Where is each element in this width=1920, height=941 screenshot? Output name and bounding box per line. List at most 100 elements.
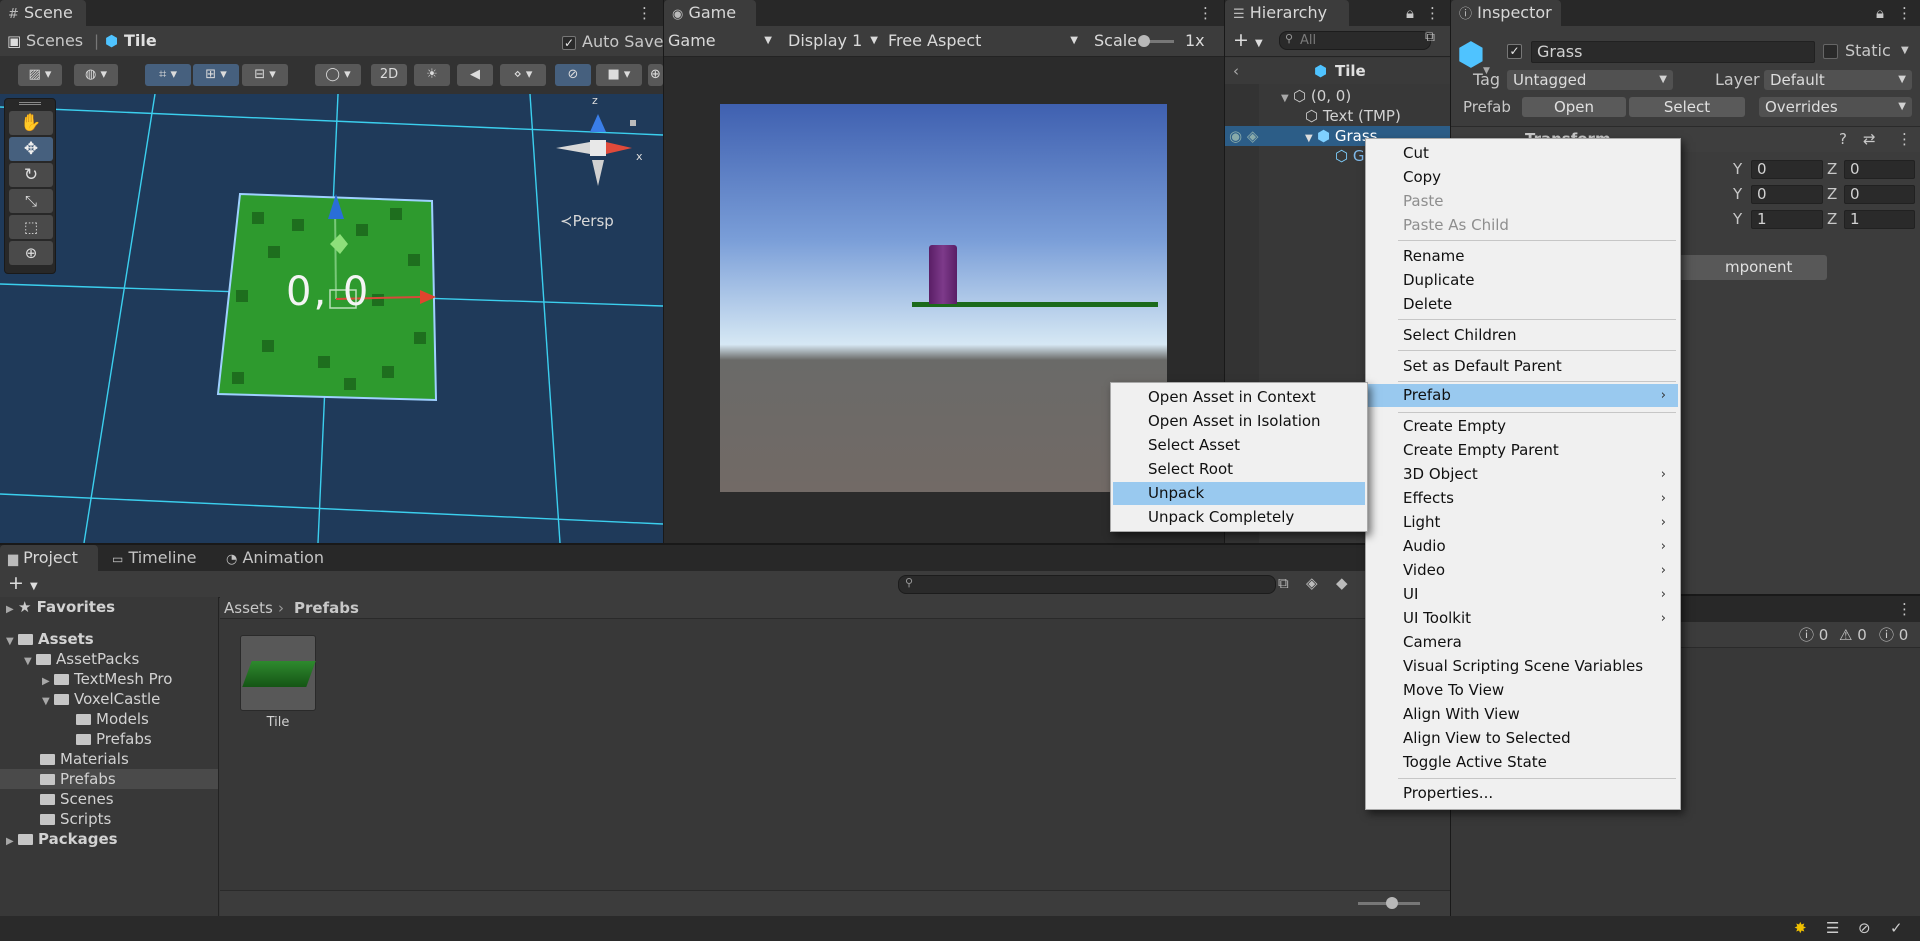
- create-asset-button[interactable]: + ▼: [8, 572, 38, 594]
- console-menu-icon[interactable]: ⋮: [1897, 600, 1912, 618]
- tree-favorites[interactable]: ▶ ★ Favorites: [6, 597, 115, 617]
- tree-voxel-prefabs[interactable]: Prefabs: [76, 729, 152, 749]
- move-tool-icon[interactable]: ✥: [9, 137, 53, 161]
- menu-item-create-empty-parent[interactable]: Create Empty Parent: [1368, 439, 1678, 462]
- toggle-2d-button[interactable]: 2D: [371, 64, 407, 86]
- tree-scenes[interactable]: Scenes: [40, 789, 114, 809]
- label-filter-icon[interactable]: ◆: [1336, 573, 1348, 593]
- gizmos-button[interactable]: ⊕: [648, 64, 663, 86]
- lock-icon[interactable]: 🔒︎: [1873, 4, 1887, 22]
- submenu-select-root[interactable]: Select Root: [1113, 458, 1365, 481]
- menu-item-ui[interactable]: UI ›: [1368, 583, 1678, 606]
- expand-arrow-icon[interactable]: ▼: [42, 692, 54, 712]
- expand-arrow-icon[interactable]: ▶: [6, 600, 18, 620]
- tab-game[interactable]: ◉ Game: [664, 0, 756, 26]
- tree-assetpacks[interactable]: ▼ AssetPacks: [24, 649, 139, 669]
- game-view[interactable]: [720, 104, 1167, 492]
- object-name-input[interactable]: Grass: [1531, 41, 1815, 63]
- hierarchy-item-text[interactable]: ⬡ Text (TMP): [1305, 106, 1401, 126]
- component-menu-icon[interactable]: ⋮: [1897, 129, 1912, 149]
- menu-item-effects[interactable]: Effects ›: [1368, 487, 1678, 510]
- tree-models[interactable]: Models: [76, 709, 149, 729]
- menu-item-audio[interactable]: Audio ›: [1368, 535, 1678, 558]
- tree-scripts[interactable]: Scripts: [40, 809, 111, 829]
- asset-tile[interactable]: [240, 635, 316, 711]
- tree-voxelcastle[interactable]: ▼ VoxelCastle: [42, 689, 160, 709]
- menu-item-align-view-to-selected[interactable]: Align View to Selected: [1368, 727, 1678, 750]
- submenu-open-asset-in-isolation[interactable]: Open Asset in Isolation: [1113, 410, 1365, 433]
- tree-prefabs[interactable]: Prefabs: [40, 769, 116, 789]
- prefab-select-button[interactable]: Select: [1629, 97, 1745, 117]
- game-menu-icon[interactable]: ⋮: [1198, 4, 1213, 22]
- chevron-down-icon[interactable]: ▼: [1901, 41, 1909, 61]
- visibility-eye-icon[interactable]: ◉ ◈: [1229, 126, 1258, 146]
- menu-item-cut[interactable]: Cut: [1368, 142, 1678, 165]
- layer-dropdown[interactable]: Default ▼: [1764, 70, 1912, 90]
- menu-item-ui-toolkit[interactable]: UI Toolkit ›: [1368, 607, 1678, 630]
- static-checkbox[interactable]: [1823, 44, 1838, 59]
- submenu-open-asset-in-context[interactable]: Open Asset in Context: [1113, 386, 1365, 409]
- tree-packages[interactable]: ▶ Packages: [6, 829, 118, 849]
- submenu-unpack[interactable]: Unpack: [1113, 482, 1365, 505]
- camera-button[interactable]: ■ ▾: [596, 64, 642, 86]
- tab-timeline[interactable]: ▭ Timeline: [104, 545, 204, 571]
- tab-project[interactable]: ▆ Project: [0, 545, 98, 571]
- info-count-icon[interactable]: ⓘ 0: [1879, 625, 1908, 645]
- display-dropdown[interactable]: Display 1 ▼: [788, 29, 884, 53]
- scale-tool-icon[interactable]: ⤡: [9, 189, 53, 213]
- grid-snap-button[interactable]: ⊞ ▾: [193, 64, 239, 86]
- layers-icon[interactable]: ☰: [1826, 918, 1839, 938]
- breadcrumb-scenes[interactable]: Scenes: [26, 31, 83, 51]
- lighting-status-icon[interactable]: ✸: [1794, 918, 1807, 938]
- menu-item-camera[interactable]: Camera: [1368, 631, 1678, 654]
- menu-item-copy[interactable]: Copy: [1368, 166, 1678, 189]
- visibility-button[interactable]: ⊘: [555, 64, 591, 86]
- rotation-y-field[interactable]: 0: [1751, 185, 1823, 204]
- globe-button[interactable]: ◍ ▾: [74, 64, 118, 86]
- lock-icon[interactable]: 🔒︎: [1403, 4, 1417, 22]
- type-filter-icon[interactable]: ◈: [1306, 573, 1318, 593]
- hierarchy-search-input[interactable]: ⚲ All: [1279, 31, 1431, 50]
- audio-button[interactable]: ◀: [457, 64, 493, 86]
- help-icon[interactable]: ?: [1839, 129, 1847, 149]
- menu-item-rename[interactable]: Rename: [1368, 245, 1678, 268]
- zoom-slider[interactable]: [1358, 897, 1420, 909]
- scene-menu-icon[interactable]: ⋮: [637, 4, 652, 22]
- active-checkbox[interactable]: ✓: [1507, 44, 1522, 59]
- submenu-unpack-completely[interactable]: Unpack Completely: [1113, 506, 1365, 529]
- scale-slider-thumb[interactable]: [1138, 35, 1150, 47]
- menu-item-select-children[interactable]: Select Children: [1368, 324, 1678, 347]
- shading-button[interactable]: ◯ ▾: [315, 64, 361, 86]
- back-arrow-icon[interactable]: ‹: [1233, 61, 1239, 81]
- auto-save-checkbox[interactable]: ✓: [562, 36, 576, 50]
- increment-snap-button[interactable]: ⊟ ▾: [242, 64, 288, 86]
- transform-tool-icon[interactable]: ⊕: [9, 241, 53, 265]
- lighting-button[interactable]: ☀: [414, 64, 450, 86]
- hierarchy-item-0-0[interactable]: ▼ ⬡ (0, 0): [1281, 86, 1351, 106]
- tree-materials[interactable]: Materials: [40, 749, 129, 769]
- warning-count-icon[interactable]: ⚠ 0: [1839, 625, 1867, 645]
- menu-item-toggle-active[interactable]: Toggle Active State: [1368, 751, 1678, 774]
- expand-arrow-icon[interactable]: ▼: [1281, 89, 1293, 109]
- hierarchy-menu-icon[interactable]: ⋮: [1425, 4, 1440, 22]
- expand-arrow-icon[interactable]: ▶: [6, 832, 18, 852]
- effects-button[interactable]: ⋄ ▾: [500, 64, 546, 86]
- scene-viewport[interactable]: 0, 0 z x ≺Persp ✋ ✥ ↻ ⤡ ⬚ ⊕: [0, 94, 663, 543]
- aspect-dropdown[interactable]: Free Aspect ▼: [888, 29, 1084, 53]
- draw-mode-button[interactable]: ▨ ▾: [18, 64, 62, 86]
- palette-grip[interactable]: [19, 102, 41, 105]
- menu-item-video[interactable]: Video ›: [1368, 559, 1678, 582]
- submenu-select-asset[interactable]: Select Asset: [1113, 434, 1365, 457]
- asset-crumb-root[interactable]: Assets: [224, 598, 273, 618]
- position-z-field[interactable]: 0: [1844, 160, 1915, 179]
- expand-arrow-icon[interactable]: ▼: [1305, 129, 1317, 149]
- tab-inspector[interactable]: ⓘ Inspector: [1451, 0, 1561, 26]
- persp-label[interactable]: ≺Persp: [560, 212, 614, 230]
- breadcrumb-tile[interactable]: Tile: [124, 31, 157, 51]
- gizmo-toggle-button[interactable]: ⌗ ▾: [145, 64, 191, 86]
- tree-textmesh[interactable]: ▶ TextMesh Pro: [42, 669, 172, 689]
- rotate-tool-icon[interactable]: ↻: [9, 163, 53, 187]
- tag-dropdown[interactable]: Untagged ▼: [1507, 70, 1673, 90]
- tab-scene[interactable]: # Scene: [0, 0, 86, 26]
- expand-arrow-icon[interactable]: ▼: [24, 652, 36, 672]
